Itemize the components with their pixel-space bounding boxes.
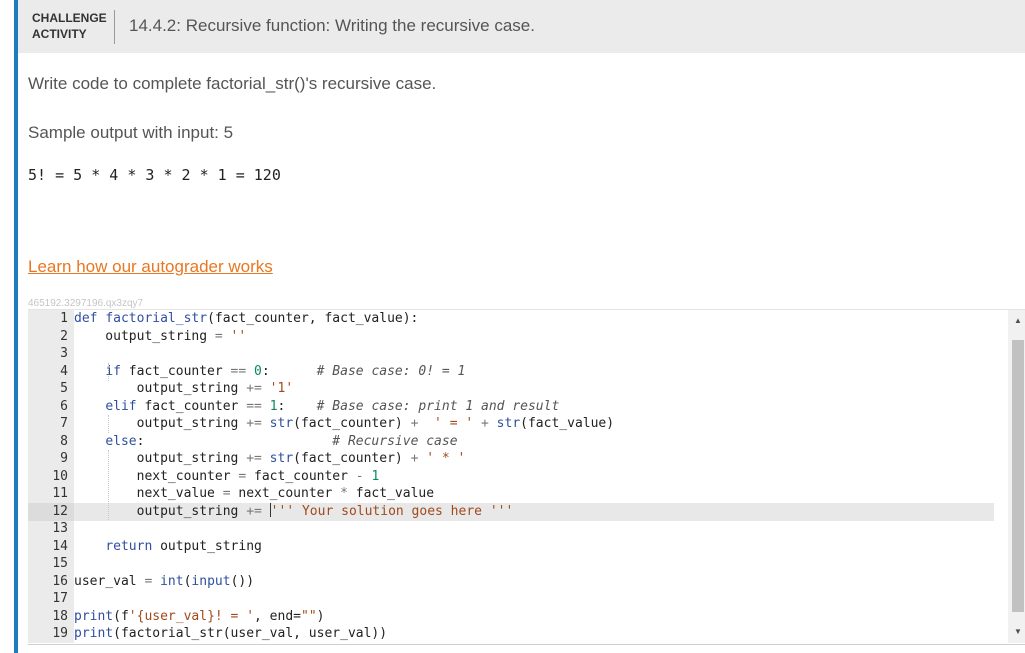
line-number: 12 bbox=[52, 503, 68, 519]
code-line: output_string = '' bbox=[74, 328, 247, 344]
activity-id: 465192.3297196.qx3zqy7 bbox=[28, 298, 144, 309]
scrollbar-thumb[interactable] bbox=[1012, 340, 1024, 612]
line-number: 14 bbox=[52, 538, 68, 554]
line-number: 8 bbox=[60, 433, 68, 449]
line-number: 17 bbox=[52, 591, 68, 606]
scroll-up-arrow-icon[interactable]: ▲ bbox=[1008, 314, 1025, 328]
activity-type-line1: CHALLENGE bbox=[32, 11, 107, 25]
line-number: 10 bbox=[52, 468, 68, 484]
line-number-gutter: 1 2 3 4 5 6 7 8 9 10 11 12 13 14 15 16 17 18 19 bbox=[28, 310, 74, 643]
vertical-scrollbar[interactable]: ▲ ▼ bbox=[1008, 310, 1025, 643]
activity-type-line2: ACTIVITY bbox=[32, 27, 87, 41]
line-number: 9 bbox=[60, 451, 68, 466]
code-line: if fact_counter == 0: # Base case: 0! = … bbox=[105, 363, 466, 379]
code-line: def factorial_str(fact_counter, fact_val… bbox=[74, 311, 419, 326]
code-line: next_value = next_counter * fact_value bbox=[74, 486, 435, 501]
line-number: 7 bbox=[60, 416, 68, 431]
line-number: 4 bbox=[60, 363, 68, 379]
activity-header: CHALLENGE ACTIVITY 14.4.2: Recursive fun… bbox=[18, 0, 1025, 53]
line-number: 5 bbox=[60, 381, 68, 396]
line-number: 15 bbox=[52, 556, 68, 571]
scroll-down-arrow-icon[interactable]: ▼ bbox=[1008, 625, 1025, 639]
code-line-active[interactable]: output_string += ''' Your solution goes … bbox=[74, 502, 994, 521]
challenge-activity-card: CHALLENGE ACTIVITY 14.4.2: Recursive fun… bbox=[14, 0, 1025, 653]
activity-title: 14.4.2: Recursive function: Writing the … bbox=[129, 16, 535, 35]
code-line: output_string += str(fact_counter) + ' *… bbox=[74, 451, 466, 466]
activity-type-label: CHALLENGE ACTIVITY bbox=[32, 10, 112, 42]
code-text-area[interactable]: def factorial_str(fact_counter, fact_val… bbox=[74, 310, 994, 643]
code-line: else: # Recursive case bbox=[105, 433, 458, 449]
code-line: next_counter = fact_counter - 1 bbox=[74, 468, 380, 484]
code-line: output_string += str(fact_counter) + ' =… bbox=[74, 416, 615, 431]
line-number: 19 bbox=[52, 626, 68, 641]
code-line: output_string += '1' bbox=[74, 381, 294, 396]
line-number: 11 bbox=[52, 486, 68, 501]
sample-output: 5! = 5 * 4 * 3 * 2 * 1 = 120 bbox=[28, 166, 281, 184]
code-line: user_val = int(input()) bbox=[74, 573, 255, 589]
code-line: print(f'{user_val}! = ', end="") bbox=[74, 608, 325, 624]
code-line: elif fact_counter == 1: # Base case: pri… bbox=[105, 398, 560, 414]
sample-output-label: Sample output with input: 5 bbox=[28, 123, 234, 142]
code-line: print(factorial_str(user_val, user_val)) bbox=[74, 626, 388, 641]
instructions-text: Write code to complete factorial_str()'s… bbox=[28, 74, 437, 93]
line-number: 13 bbox=[52, 521, 68, 536]
line-number: 16 bbox=[52, 573, 68, 589]
line-number: 1 bbox=[60, 311, 68, 326]
header-divider bbox=[114, 10, 115, 44]
line-number: 6 bbox=[60, 398, 68, 414]
code-line: return output_string bbox=[105, 538, 262, 554]
autograder-link[interactable]: Learn how our autograder works bbox=[28, 257, 273, 277]
line-number: 3 bbox=[60, 346, 68, 361]
line-number: 18 bbox=[52, 608, 68, 624]
line-number: 2 bbox=[60, 328, 68, 344]
code-editor[interactable]: 1 2 3 4 5 6 7 8 9 10 11 12 13 14 15 16 17 18 19 def factor… bbox=[28, 309, 1025, 645]
